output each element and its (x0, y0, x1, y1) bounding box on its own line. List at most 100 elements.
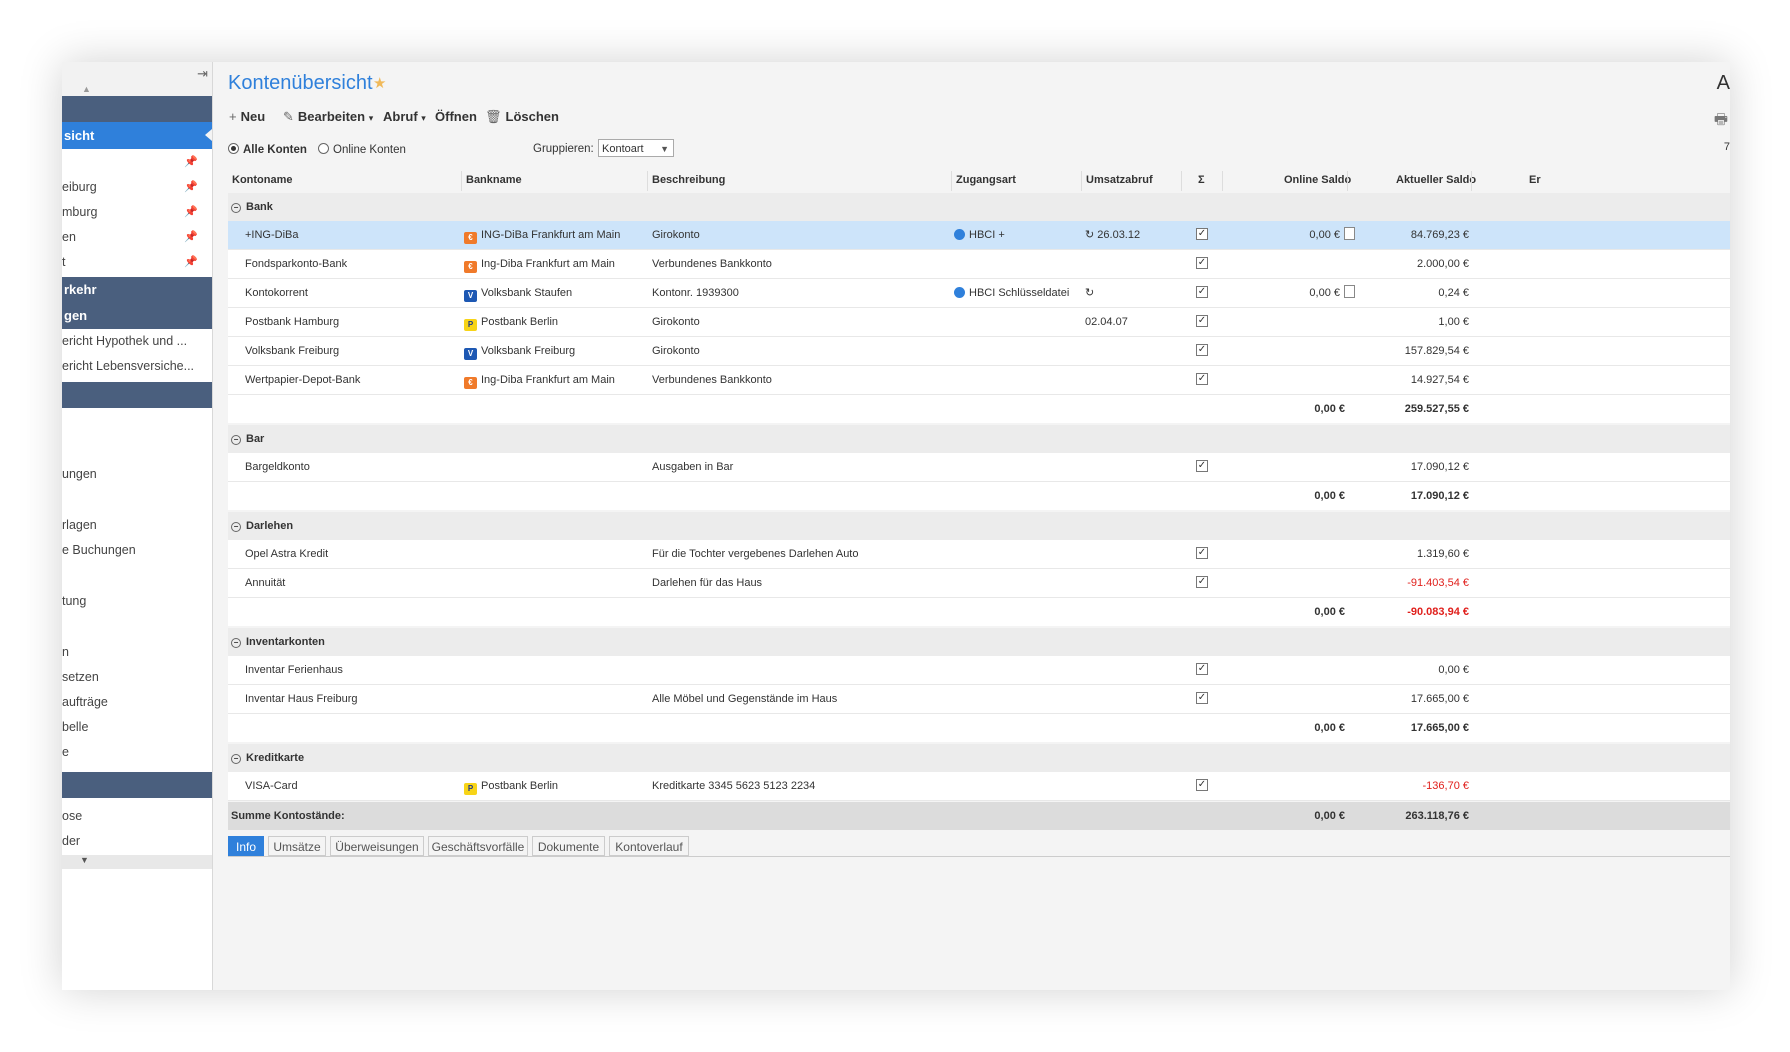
tab-info[interactable]: Info (228, 836, 264, 856)
sum-checkbox[interactable]: ✓ (1196, 547, 1208, 559)
table-row[interactable]: Inventar Haus Freiburg Alle Möbel und Ge… (228, 685, 1730, 714)
sum-checkbox[interactable]: ✓ (1196, 692, 1208, 704)
sidebar-link[interactable]: belle (62, 715, 212, 739)
col-cut[interactable]: Er (1529, 167, 1541, 193)
sidebar-link[interactable]: n (62, 640, 212, 664)
col-aktueller-saldo[interactable]: Aktueller Saldo (1396, 167, 1476, 193)
group-row-bank[interactable]: − Bank (228, 193, 1730, 221)
sidebar-link[interactable]: e (62, 740, 212, 764)
sidebar-link[interactable]: ericht Hypothek und ... (62, 329, 212, 353)
sidebar-link[interactable]: e Buchungen (62, 538, 212, 562)
collapse-group-icon[interactable]: − (231, 754, 241, 764)
sum-checkbox[interactable]: ✓ (1196, 286, 1208, 298)
sum-checkbox[interactable]: ✓ (1196, 315, 1208, 327)
col-kontoname[interactable]: Kontoname (232, 167, 293, 193)
tab-dokumente[interactable]: Dokumente (532, 836, 605, 856)
sidebar-item[interactable]: eiburg 📌 (62, 175, 212, 199)
sum-checkbox[interactable]: ✓ (1196, 576, 1208, 588)
document-icon[interactable] (1344, 227, 1355, 240)
sidebar-header-gen[interactable]: gen (62, 303, 212, 329)
table-row[interactable]: Wertpapier-Depot-Bank € Ing-Diba Frankfur… (228, 366, 1730, 395)
table-row[interactable]: Postbank Hamburg P Postbank Berlin Giroko… (228, 308, 1730, 337)
sum-checkbox[interactable]: ✓ (1196, 373, 1208, 385)
sidebar-link[interactable]: setzen (62, 665, 212, 689)
pin-icon[interactable]: 📌 (184, 150, 198, 174)
sidebar-item[interactable]: en 📌 (62, 225, 212, 249)
radio-online-accounts[interactable]: Online Konten (318, 143, 406, 156)
sum-checkbox[interactable]: ✓ (1196, 779, 1208, 791)
col-divider[interactable] (1222, 171, 1223, 191)
sidebar-link[interactable]: aufträge (62, 690, 212, 714)
sum-checkbox[interactable]: ✓ (1196, 257, 1208, 269)
collapse-group-icon[interactable]: − (231, 203, 241, 213)
col-divider[interactable] (951, 171, 952, 191)
tab-kontoverlauf[interactable]: Kontoverlauf (609, 836, 689, 856)
open-button[interactable]: Öffnen (435, 109, 477, 124)
fetch-button[interactable]: Abruf ▾ (383, 109, 426, 124)
tab-ueberweisungen[interactable]: Überweisungen (330, 836, 424, 856)
collapse-sidebar-icon[interactable]: ⇥ (197, 66, 208, 82)
collapse-group-icon[interactable]: − (231, 638, 241, 648)
favorite-star-icon[interactable]: ★ (373, 74, 386, 92)
col-bankname[interactable]: Bankname (466, 167, 522, 193)
delete-button[interactable]: 🗑 Löschen (485, 109, 559, 125)
sidebar-item[interactable]: mburg 📌 (62, 200, 212, 224)
table-row[interactable]: Opel Astra Kredit Für die Tochter vergeb… (228, 540, 1730, 569)
scroll-down-icon[interactable]: ▼ (80, 855, 89, 865)
table-row[interactable]: Annuität Darlehen für das Haus ✓ -91.403… (228, 569, 1730, 598)
sidebar-item[interactable]: t 📌 (62, 250, 212, 274)
sum-checkbox[interactable]: ✓ (1196, 344, 1208, 356)
collapse-group-icon[interactable]: − (231, 435, 241, 445)
pin-icon[interactable]: 📌 (184, 200, 198, 224)
col-divider[interactable] (1081, 171, 1082, 191)
group-row-bar[interactable]: − Bar (228, 425, 1730, 453)
pin-icon[interactable]: 📌 (184, 250, 198, 274)
tab-umsaetze[interactable]: Umsätze (268, 836, 326, 856)
col-divider[interactable] (647, 171, 648, 191)
scroll-up-icon[interactable]: ▲ (82, 84, 91, 94)
document-icon[interactable] (1344, 285, 1355, 298)
sidebar-link[interactable]: tung (62, 589, 212, 613)
col-beschreibung[interactable]: Beschreibung (652, 167, 725, 193)
col-divider[interactable] (1471, 171, 1472, 191)
group-row-kreditkarte[interactable]: − Kreditkarte (228, 744, 1730, 772)
sum-checkbox[interactable]: ✓ (1196, 460, 1208, 472)
sidebar-link[interactable]: rlagen (62, 513, 212, 537)
sum-checkbox[interactable]: ✓ (1196, 228, 1208, 240)
sidebar-link[interactable]: ericht Lebensversiche... (62, 354, 212, 378)
table-row[interactable]: VISA-Card P Postbank Berlin Kreditkarte 3… (228, 772, 1730, 801)
table-row[interactable]: Bargeldkonto Ausgaben in Bar ✓ 17.090,12… (228, 453, 1730, 482)
table-row[interactable]: Kontokorrent V Volksbank Staufen Kontonr.… (228, 279, 1730, 308)
collapse-group-icon[interactable]: − (231, 522, 241, 532)
sidebar-header-verkehr[interactable]: rkehr (62, 277, 212, 303)
col-online-saldo[interactable]: Online Saldo (1284, 167, 1351, 193)
col-umsatzabruf[interactable]: Umsatzabruf (1086, 167, 1153, 193)
group-row-inventarkonten[interactable]: − Inventarkonten (228, 628, 1730, 656)
table-row[interactable]: Inventar Ferienhaus ✓ 0,00 € (228, 656, 1730, 685)
sum-checkbox[interactable]: ✓ (1196, 663, 1208, 675)
pin-icon[interactable]: 📌 (184, 225, 198, 249)
group-select[interactable]: Kontoart ▼ (598, 139, 674, 157)
table-row[interactable]: Fondsparkonto-Bank € Ing-Diba Frankfurt a… (228, 250, 1730, 279)
radio-all-accounts[interactable]: Alle Konten (228, 143, 307, 156)
col-divider[interactable] (461, 171, 462, 191)
sidebar-header-3[interactable] (62, 382, 212, 408)
sidebar-link[interactable]: ungen (62, 462, 212, 486)
sidebar-link[interactable]: ose (62, 804, 212, 828)
table-row[interactable]: Volksbank Freiburg V Volksbank Freiburg G… (228, 337, 1730, 366)
col-sigma[interactable]: Σ (1198, 167, 1205, 193)
pin-icon[interactable]: 📌 (184, 175, 198, 199)
sidebar-header-4[interactable] (62, 772, 212, 798)
sidebar-scroll-bottom[interactable]: ▼ (62, 855, 212, 869)
group-row-darlehen[interactable]: − Darlehen (228, 512, 1730, 540)
sidebar-header[interactable] (62, 96, 212, 122)
table-row[interactable]: +ING-DiBa € ING-DiBa Frankfurt am Main Gi… (228, 221, 1730, 250)
col-divider[interactable] (1181, 171, 1182, 191)
col-zugangsart[interactable]: Zugangsart (956, 167, 1016, 193)
sidebar-item-selected[interactable]: sicht (62, 122, 212, 149)
sidebar-item[interactable]: 📌 (62, 150, 212, 174)
col-divider[interactable] (1347, 171, 1348, 191)
sidebar-link[interactable]: der (62, 829, 212, 853)
tab-geschaeftsvorfaelle[interactable]: Geschäftsvorfälle (428, 836, 528, 856)
edit-button[interactable]: ✎ Bearbeiten ▾ (283, 109, 373, 125)
